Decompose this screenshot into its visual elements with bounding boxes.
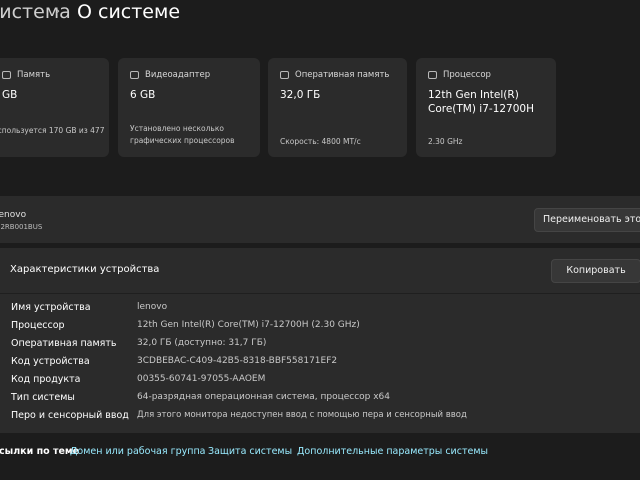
spec-label: Оперативная память bbox=[11, 338, 117, 349]
card-note: Установлено несколько графических процес… bbox=[130, 124, 235, 145]
spec-label: Перо и сенсорный ввод bbox=[11, 410, 129, 421]
card-header: Видеоадаптер bbox=[130, 68, 210, 82]
card-label: Память bbox=[17, 70, 51, 80]
advanced-system-settings-link[interactable]: Дополнительные параметры системы bbox=[297, 446, 488, 457]
card-header: Процессор bbox=[428, 68, 491, 82]
processor-icon bbox=[428, 71, 437, 79]
card-value: 32,0 ГБ bbox=[280, 89, 321, 101]
storage-note-visible: Используется 170 GB из 477 bbox=[0, 126, 105, 135]
spec-label: Имя устройства bbox=[11, 302, 91, 313]
device-model: 82RB001BUS bbox=[0, 223, 43, 231]
card-label: Оперативная память bbox=[295, 70, 390, 80]
system-protection-link[interactable]: Защита системы bbox=[208, 446, 292, 457]
card-header: Оперативная память bbox=[280, 68, 389, 82]
card-label: Процессор bbox=[443, 70, 491, 80]
storage-icon bbox=[2, 71, 11, 79]
storage-card[interactable]: Память GB Используется 170 GB из 477 bbox=[0, 58, 109, 157]
spec-value: 00355-60741-97055-AAOEM bbox=[137, 374, 266, 384]
card-value: 6 GB bbox=[130, 89, 156, 101]
page-title: О системе bbox=[77, 1, 181, 23]
spec-label: Код устройства bbox=[11, 356, 90, 367]
processor-card[interactable]: Процессор 12th Gen Intel(R) Core(TM) i7-… bbox=[416, 58, 556, 157]
device-specs-title[interactable]: Характеристики устройства bbox=[10, 264, 159, 275]
memory-icon bbox=[280, 71, 289, 79]
breadcrumb-chevron-icon: › bbox=[55, 4, 61, 19]
spec-value: 64-разрядная операционная система, проце… bbox=[137, 392, 391, 402]
card-note: 2.30 GHz bbox=[428, 137, 463, 146]
display-adapter-card[interactable]: Видеоадаптер 6 GB Установлено несколько … bbox=[118, 58, 260, 157]
related-links-label: Ссылки по теме bbox=[0, 446, 80, 457]
card-header: Память bbox=[2, 68, 50, 82]
specs-divider bbox=[0, 293, 640, 294]
card-value: 12th Gen Intel(R) Core(TM) i7-12700H bbox=[428, 89, 534, 115]
spec-label: Тип системы bbox=[11, 392, 75, 403]
rename-pc-button[interactable]: Переименовать этот ПК bbox=[534, 208, 640, 232]
card-label: Видеоадаптер bbox=[145, 70, 211, 80]
spec-value: 3CDBEBAC-C409-42B5-8318-BBF558171EF2 bbox=[137, 356, 338, 366]
copy-button[interactable]: Копировать bbox=[551, 259, 640, 283]
spec-label: Код продукта bbox=[11, 374, 81, 385]
spec-value: 12th Gen Intel(R) Core(TM) i7-12700H (2.… bbox=[137, 320, 360, 330]
card-note: Скорость: 4800 МТ/с bbox=[280, 137, 361, 146]
spec-label: Процессор bbox=[11, 320, 65, 331]
card-value: GB bbox=[2, 89, 18, 101]
display-adapter-icon bbox=[130, 71, 139, 79]
device-name: lenovo bbox=[0, 210, 27, 220]
spec-value: lenovo bbox=[137, 302, 168, 312]
spec-value: 32,0 ГБ (доступно: 31,7 ГБ) bbox=[137, 338, 267, 348]
memory-card[interactable]: Оперативная память 32,0 ГБ Скорость: 480… bbox=[268, 58, 407, 157]
domain-workgroup-link[interactable]: Домен или рабочая группа bbox=[70, 446, 206, 457]
spec-value: Для этого монитора недоступен ввод с пом… bbox=[137, 410, 467, 420]
